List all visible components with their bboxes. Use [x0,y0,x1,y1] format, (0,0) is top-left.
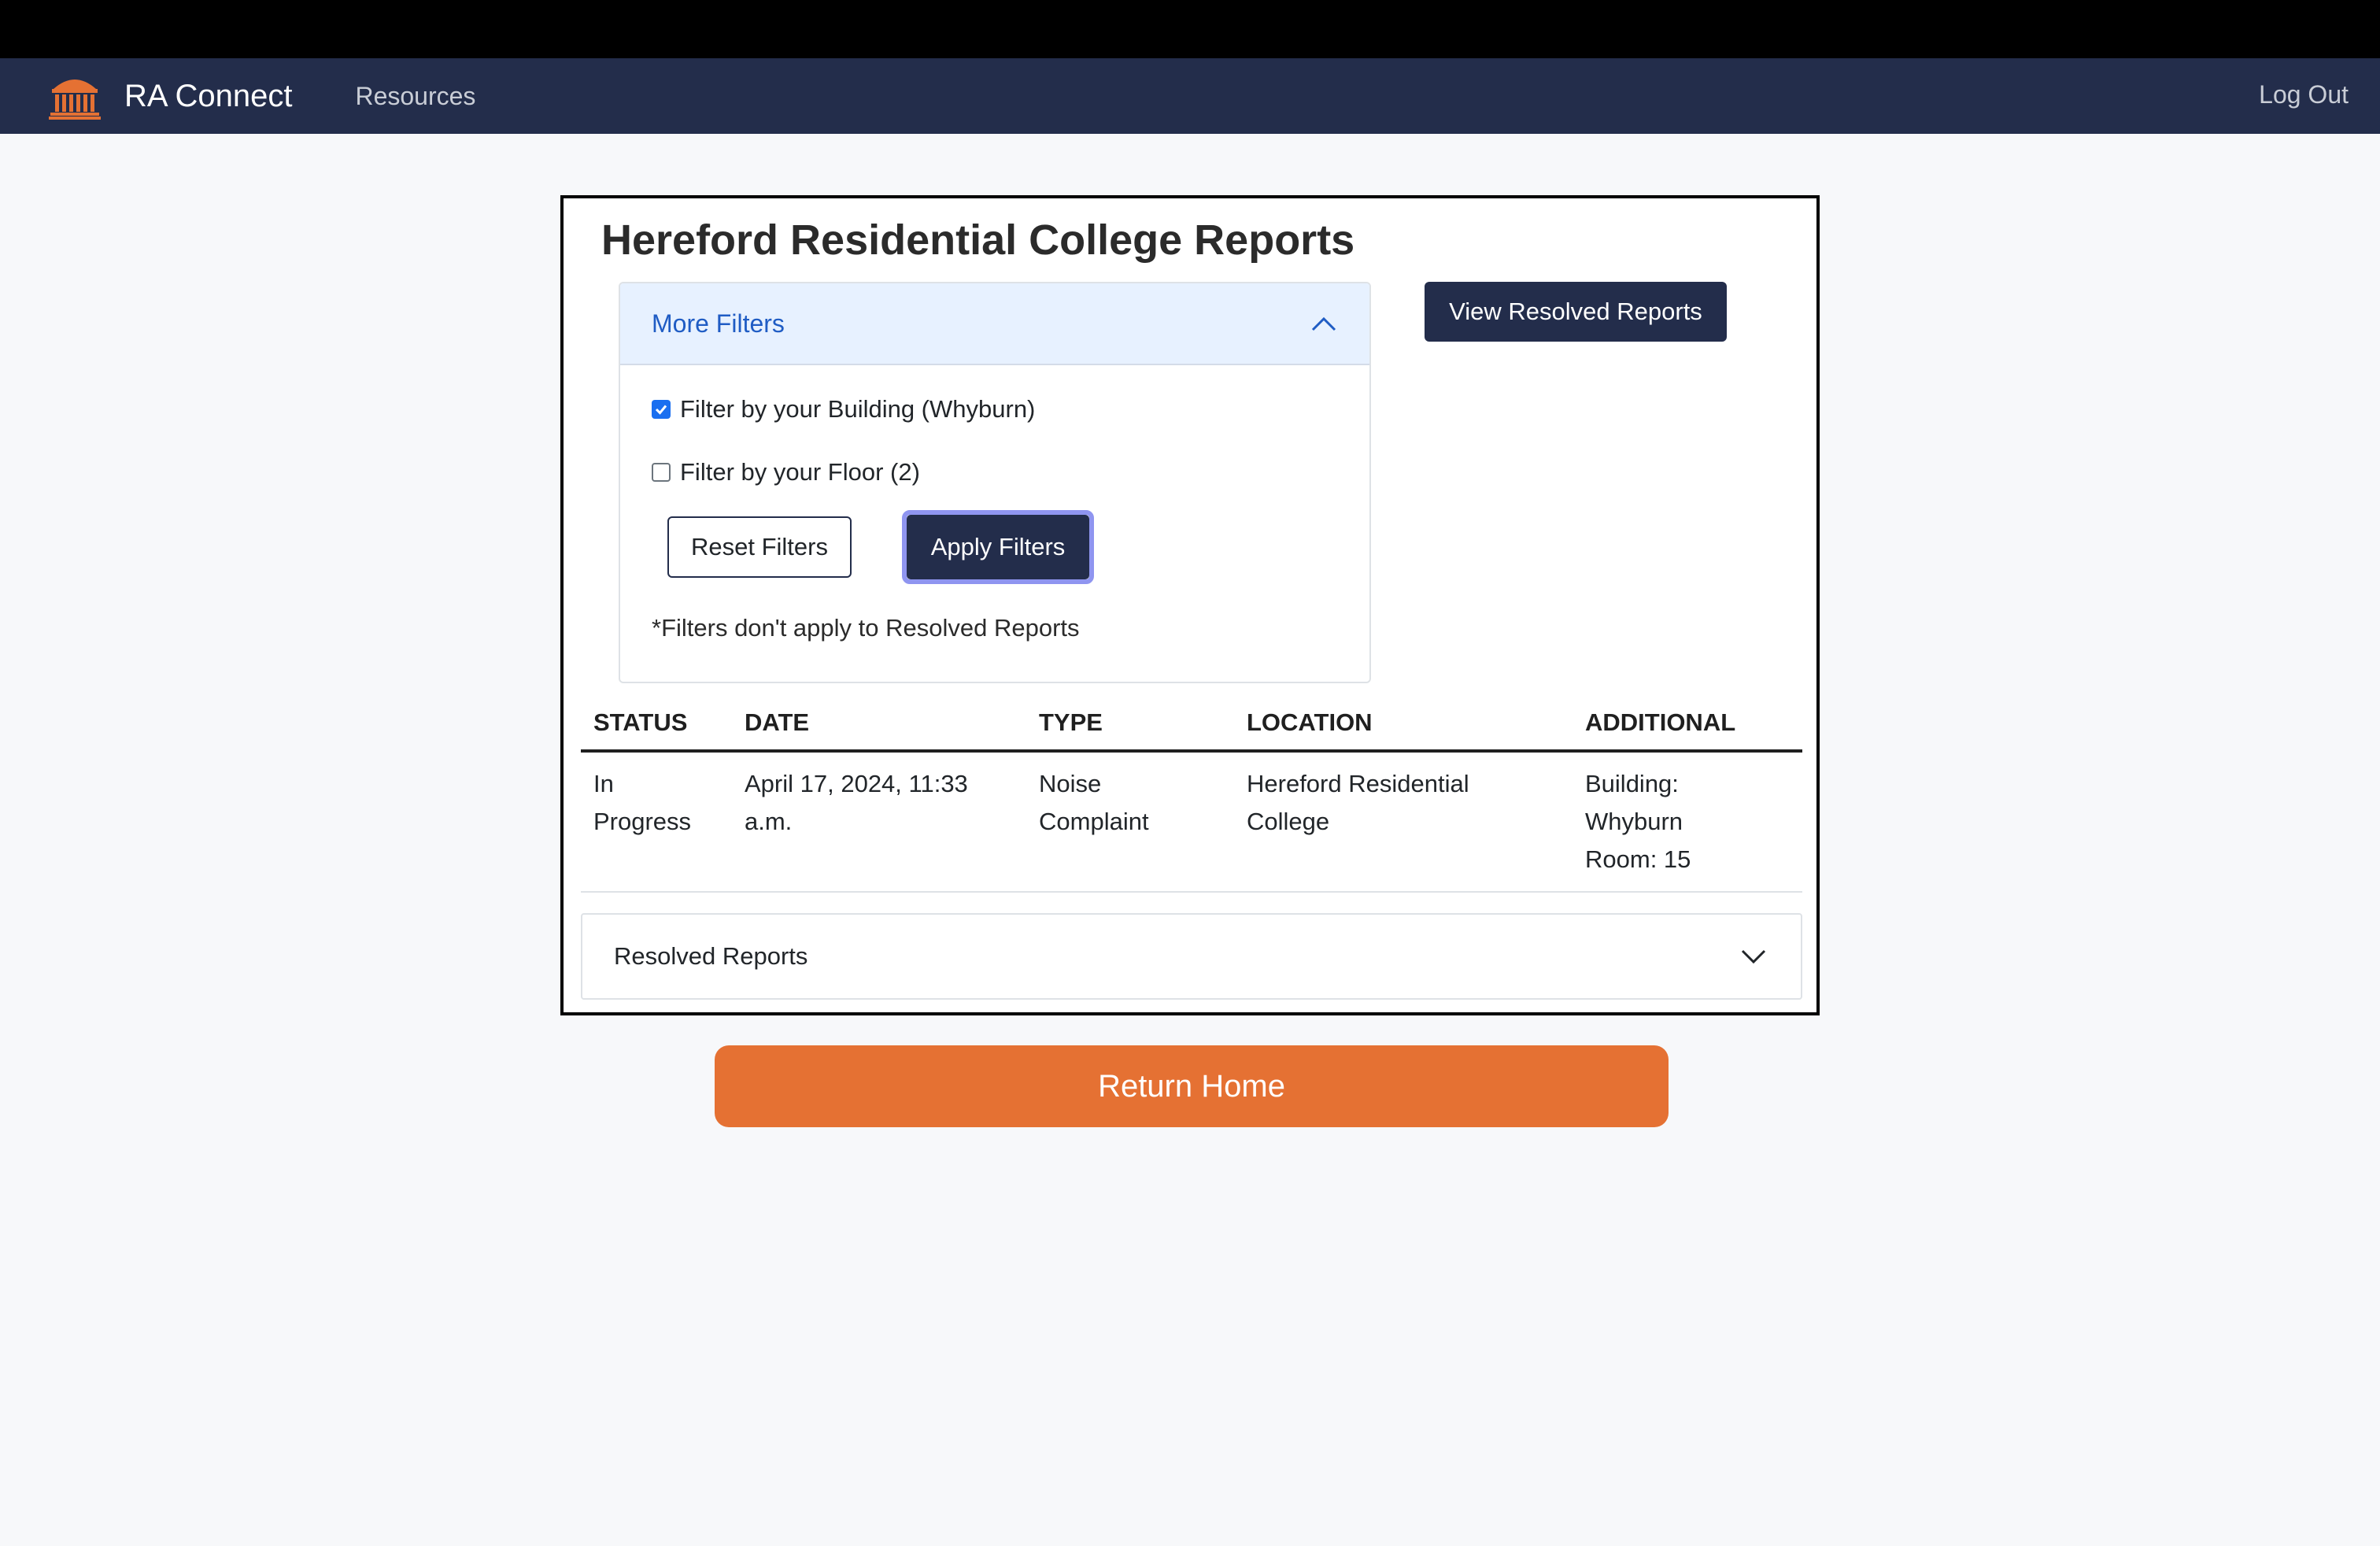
column-header-additional: ADDITIONAL [1585,708,1736,736]
cell-date-line: a.m. [745,808,793,835]
chevron-up-icon [1311,316,1336,331]
floor-filter-row[interactable]: Filter by your Floor (2) [652,458,920,486]
cell-location-line: Hereford Residential [1247,770,1469,797]
cell-additional: Building: Whyburn Room: 15 [1585,765,1691,878]
cell-location: Hereford Residential College [1247,765,1469,841]
brand[interactable]: RA Connect [49,72,292,120]
building-filter-row[interactable]: Filter by your Building (Whyburn) [652,395,1035,423]
logout-link[interactable]: Log Out [2259,80,2349,109]
filters-accordion-header[interactable]: More Filters [620,283,1369,365]
cell-date: April 17, 2024, 11:33 a.m. [745,765,968,841]
cell-additional-line: Room: 15 [1585,845,1691,873]
page-title: Hereford Residential College Reports [601,216,1355,264]
window-top-bar [0,0,2380,58]
brand-name: RA Connect [124,78,293,113]
cell-type-line: Complaint [1039,808,1149,835]
cell-type-line: Noise [1039,770,1102,797]
cell-status-line: In [593,770,614,797]
filters-accordion: More Filters Filter by your Building (Wh… [619,282,1371,683]
reports-card: Hereford Residential College Reports Mor… [560,195,1820,1015]
apply-filters-focus-ring: Apply Filters [902,510,1094,584]
return-home-button[interactable]: Return Home [715,1045,1669,1127]
navbar: RA Connect Resources Log Out [0,58,2380,134]
column-header-status: STATUS [593,708,688,736]
cell-date-line: April 17, 2024, 11:33 [745,770,968,797]
building-filter-checkbox[interactable] [652,400,671,419]
nav-resources-link[interactable]: Resources [355,82,475,111]
resolved-reports-title: Resolved Reports [614,942,808,970]
cell-type: Noise Complaint [1039,765,1149,841]
chevron-down-icon [1741,949,1766,964]
reports-table: STATUS DATE TYPE LOCATION ADDITIONAL In … [581,693,1802,893]
building-filter-label: Filter by your Building (Whyburn) [680,395,1036,423]
filters-note: *Filters don't apply to Resolved Reports [652,614,1080,642]
floor-filter-checkbox[interactable] [652,463,671,482]
floor-filter-label: Filter by your Floor (2) [680,458,920,486]
view-resolved-reports-button[interactable]: View Resolved Reports [1425,282,1727,342]
checkmark-icon [655,405,667,415]
cell-status: In Progress [593,765,691,841]
column-header-type: TYPE [1039,708,1103,736]
cell-location-line: College [1247,808,1330,835]
resolved-reports-accordion-header[interactable]: Resolved Reports [581,913,1802,1000]
table-header-row: STATUS DATE TYPE LOCATION ADDITIONAL [581,693,1802,753]
column-header-location: LOCATION [1247,708,1373,736]
cell-additional-line: Building: [1585,770,1679,797]
table-row[interactable]: In Progress April 17, 2024, 11:33 a.m. N… [581,753,1802,893]
cell-additional-line: Whyburn [1585,808,1683,835]
filters-accordion-title: More Filters [652,309,785,338]
filters-accordion-body: Filter by your Building (Whyburn) Filter… [620,365,1369,682]
cell-status-line: Progress [593,808,692,835]
reset-filters-button[interactable]: Reset Filters [667,516,852,578]
rotunda-logo-icon [49,80,101,120]
column-header-date: DATE [745,708,810,736]
apply-filters-button[interactable]: Apply Filters [907,515,1089,579]
